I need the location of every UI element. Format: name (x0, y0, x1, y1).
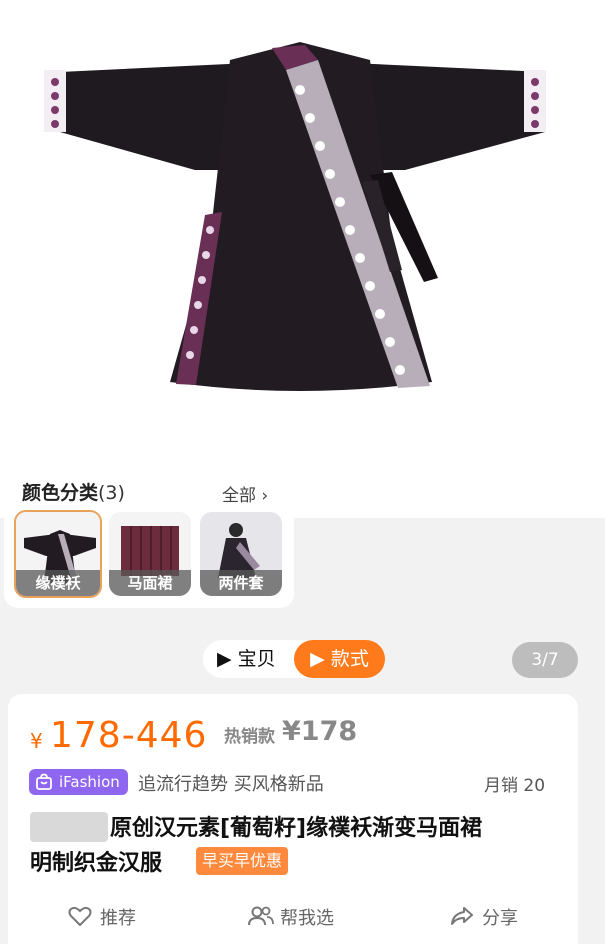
people-icon (248, 906, 274, 926)
image-counter: 3/7 (512, 642, 578, 678)
help-me-choose-button[interactable]: 帮我选 (248, 902, 348, 930)
heart-icon (68, 906, 92, 927)
hot-sale-price: ¥178 (282, 716, 358, 747)
tab-item-view[interactable]: ▶ 宝贝 (217, 640, 276, 678)
view-all-colors-link[interactable]: 全部 › (222, 481, 268, 506)
promo-tag: 早买早优惠 (196, 847, 289, 875)
product-title-line-1: 原创汉元素[葡萄籽]缘襆袄渐变马面裙 (110, 816, 483, 841)
color-count: (3) (98, 482, 125, 504)
recommend-button[interactable]: 推荐 (68, 902, 148, 930)
swatch-label: 两件套 (200, 570, 282, 596)
ifashion-badge[interactable]: iFashion (29, 769, 128, 795)
swatch-label: 缘襆袄 (16, 570, 100, 596)
product-image[interactable] (0, 0, 605, 518)
shopping-bag-icon (36, 773, 52, 790)
blurred-shop-name (30, 812, 108, 842)
view-toggle: ▶ 宝贝 ▶ 款式 (203, 640, 385, 678)
swatch-skirt[interactable]: 马面裙 (109, 512, 191, 596)
color-section-title: 颜色分类(3) (22, 482, 125, 504)
badge-label: iFashion (59, 773, 120, 791)
recommend-label: 推荐 (100, 908, 136, 929)
currency-symbol: ¥ (30, 729, 43, 753)
tab-style-view[interactable]: ▶ 款式 (294, 640, 385, 678)
price-range: 178-446 (50, 715, 208, 756)
monthly-sales: 月销 20 (484, 776, 546, 796)
robe-illustration (44, 42, 546, 391)
product-title-line-2: 明制织金汉服 (30, 851, 163, 876)
share-label: 分享 (482, 908, 518, 929)
help-choose-label: 帮我选 (280, 908, 334, 929)
swatch-label: 马面裙 (109, 570, 191, 596)
share-button[interactable]: 分享 (450, 902, 530, 930)
swatch-set[interactable]: 两件套 (200, 512, 282, 596)
trend-slogan: 追流行趋势 买风格新品 (138, 774, 324, 795)
swatch-robe[interactable]: 缘襆袄 (14, 510, 102, 598)
share-icon (451, 907, 473, 925)
hot-sale-label: 热销款 (224, 727, 275, 747)
